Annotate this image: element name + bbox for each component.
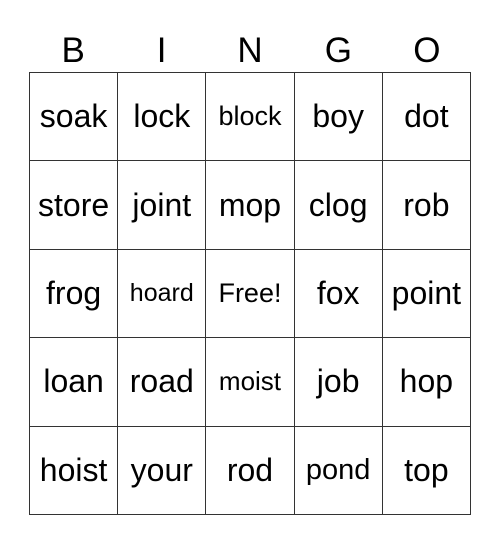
bingo-cell[interactable]: lock <box>117 71 207 162</box>
bingo-grid: soak lock block boy dot store joint mop clog rob f… <box>28 71 472 516</box>
grid-row: loan road moist job hop <box>28 337 472 427</box>
bingo-cell[interactable]: hoard <box>117 248 207 339</box>
bingo-cell[interactable]: pond <box>293 425 383 516</box>
grid-row: hoist your rod pond top <box>28 425 472 516</box>
grid-row: frog hoard Free! fox point <box>28 248 472 339</box>
bingo-cell[interactable]: soak <box>28 71 119 162</box>
bingo-cell[interactable]: rob <box>381 160 472 250</box>
header-letter-g: G <box>324 31 353 70</box>
bingo-header: B I N G O <box>29 30 471 72</box>
bingo-cell[interactable]: your <box>117 425 207 516</box>
bingo-cell[interactable]: clog <box>293 160 383 250</box>
header-letter-b: B <box>61 31 85 70</box>
bingo-cell[interactable]: loan <box>28 337 119 427</box>
bingo-cell[interactable]: dot <box>381 71 472 162</box>
header-letter-n: N <box>237 31 263 70</box>
bingo-cell[interactable]: road <box>117 337 207 427</box>
bingo-cell[interactable]: joint <box>117 160 207 250</box>
header-letter-o: O <box>413 31 441 70</box>
bingo-cell[interactable]: rod <box>205 425 295 516</box>
grid-row: store joint mop clog rob <box>28 160 472 250</box>
bingo-cell[interactable]: moist <box>205 337 295 427</box>
bingo-cell[interactable]: hoist <box>28 425 119 516</box>
header-letter-i: I <box>156 31 167 70</box>
bingo-cell[interactable]: mop <box>205 160 295 250</box>
free-space-cell[interactable]: Free! <box>205 248 295 339</box>
grid-row: soak lock block boy dot <box>28 71 472 162</box>
bingo-cell[interactable]: store <box>28 160 119 250</box>
bingo-cell[interactable]: job <box>293 337 383 427</box>
bingo-cell[interactable]: block <box>205 71 295 162</box>
bingo-cell[interactable]: hop <box>381 337 472 427</box>
bingo-cell[interactable]: frog <box>28 248 119 339</box>
bingo-cell[interactable]: fox <box>293 248 383 339</box>
bingo-cell[interactable]: point <box>381 248 472 339</box>
bingo-cell[interactable]: boy <box>293 71 383 162</box>
bingo-cell[interactable]: top <box>381 425 472 516</box>
